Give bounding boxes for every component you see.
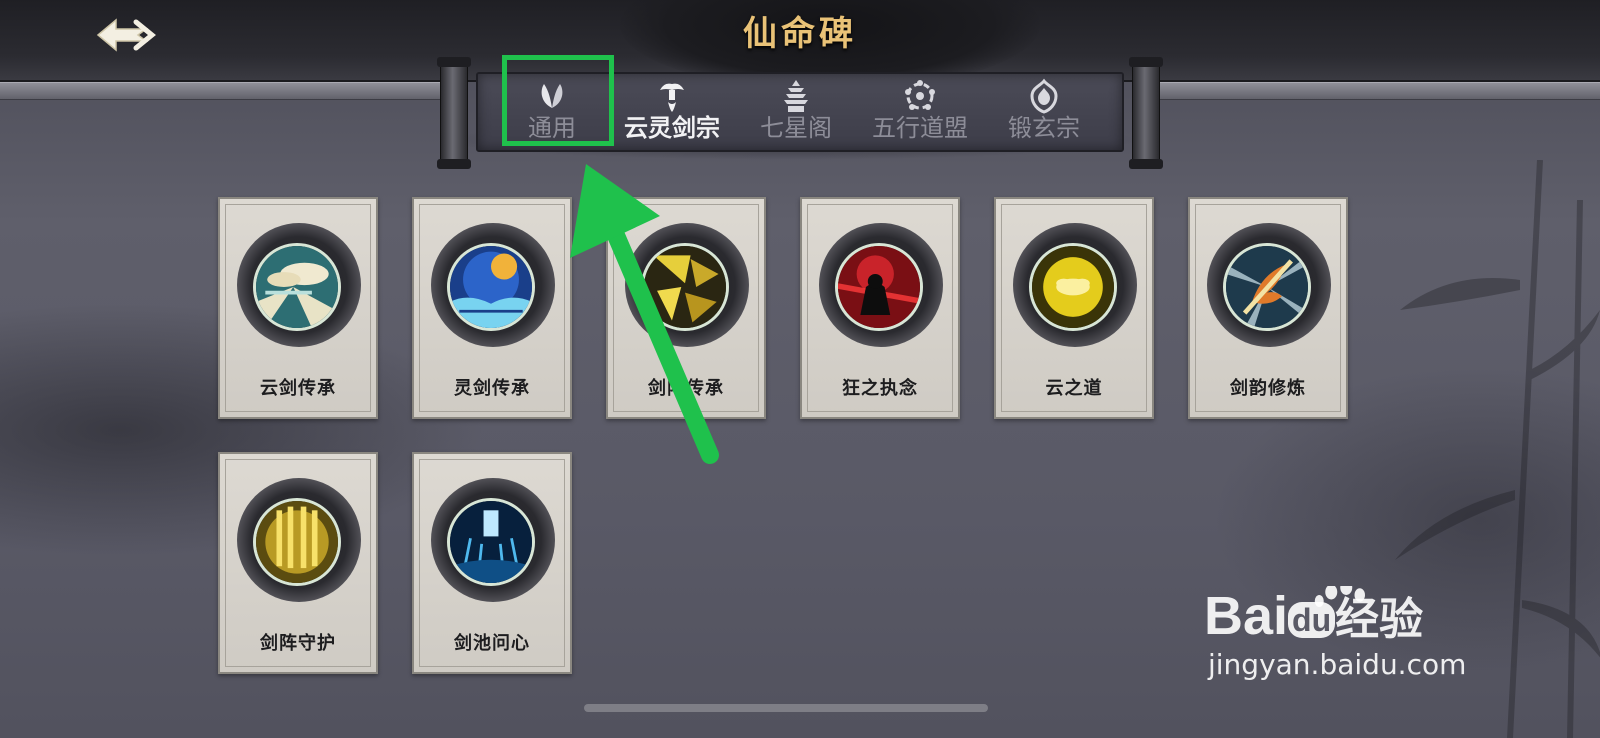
card-label: 狂之执念 (842, 378, 918, 399)
card-sword-rhyme-cultivation[interactable]: 剑韵修炼 (1188, 197, 1348, 419)
flaming-sword-icon (1223, 243, 1311, 331)
card-way-of-cloud[interactable]: 云之道 (994, 197, 1154, 419)
watermark-suffix: 经验 (1335, 594, 1424, 645)
scroll-rail-left (0, 82, 440, 100)
cloud-tower-icon (660, 83, 684, 112)
scroll-end-left (437, 57, 471, 169)
card-sword-formation-inheritance[interactable]: 剑阵传承 (606, 197, 766, 419)
card-sword-formation-guard[interactable]: 剑阵守护 (218, 452, 378, 674)
card-label: 剑阵守护 (260, 633, 336, 654)
baidu-watermark: Bai du经验 jingyan.baidu.com (1200, 556, 1490, 686)
spirit-sword-icon (447, 243, 535, 331)
tab-wuxing-alliance[interactable]: 五行道盟 (858, 74, 982, 150)
flame-shield-icon (1030, 78, 1058, 114)
back-arrow-icon (96, 18, 156, 52)
sword-formation-icon (641, 243, 729, 331)
tab-label: 五行道盟 (872, 114, 968, 142)
card-cloud-sword-inheritance[interactable]: 云剑传承 (218, 197, 378, 419)
pagoda-icon (784, 80, 808, 112)
cloud-sword-icon (253, 243, 341, 331)
card-label: 剑韵修炼 (1230, 378, 1306, 399)
back-button[interactable] (92, 12, 156, 58)
card-spirit-sword-inheritance[interactable]: 灵剑传承 (412, 197, 572, 419)
tab-label: 锻玄宗 (1008, 114, 1080, 142)
five-elements-icon (905, 80, 935, 110)
red-figure-icon (835, 243, 923, 331)
golden-cloud-icon (1029, 243, 1117, 331)
card-madness-obsession[interactable]: 狂之执念 (800, 197, 960, 419)
tab-label: 七星阁 (760, 114, 832, 142)
tab-duanxuan-sect[interactable]: 锻玄宗 (982, 74, 1106, 150)
golden-swords-icon (253, 498, 341, 586)
watermark-url: jingyan.baidu.com (1208, 648, 1467, 681)
card-label: 剑阵传承 (648, 378, 724, 399)
card-sword-pool-heart[interactable]: 剑池问心 (412, 452, 572, 674)
card-label: 剑池问心 (454, 633, 530, 654)
tab-qixing-pavilion[interactable]: 七星阁 (734, 74, 858, 150)
home-indicator[interactable] (584, 704, 988, 712)
scroll-rail-right (1160, 82, 1600, 100)
card-label: 云剑传承 (260, 378, 336, 399)
sword-pool-icon (447, 498, 535, 586)
tab-label: 云灵剑宗 (624, 113, 720, 142)
watermark-brand: Bai (1204, 586, 1289, 646)
tab-yunling-sect[interactable]: 云灵剑宗 (610, 74, 734, 150)
page-title: 仙命碑 (743, 14, 857, 54)
card-label: 云之道 (1045, 378, 1103, 399)
card-label: 灵剑传承 (454, 378, 530, 399)
watermark-brand-paw: du (1288, 601, 1336, 638)
highlight-box (502, 55, 614, 146)
scroll-end-right (1129, 57, 1163, 169)
